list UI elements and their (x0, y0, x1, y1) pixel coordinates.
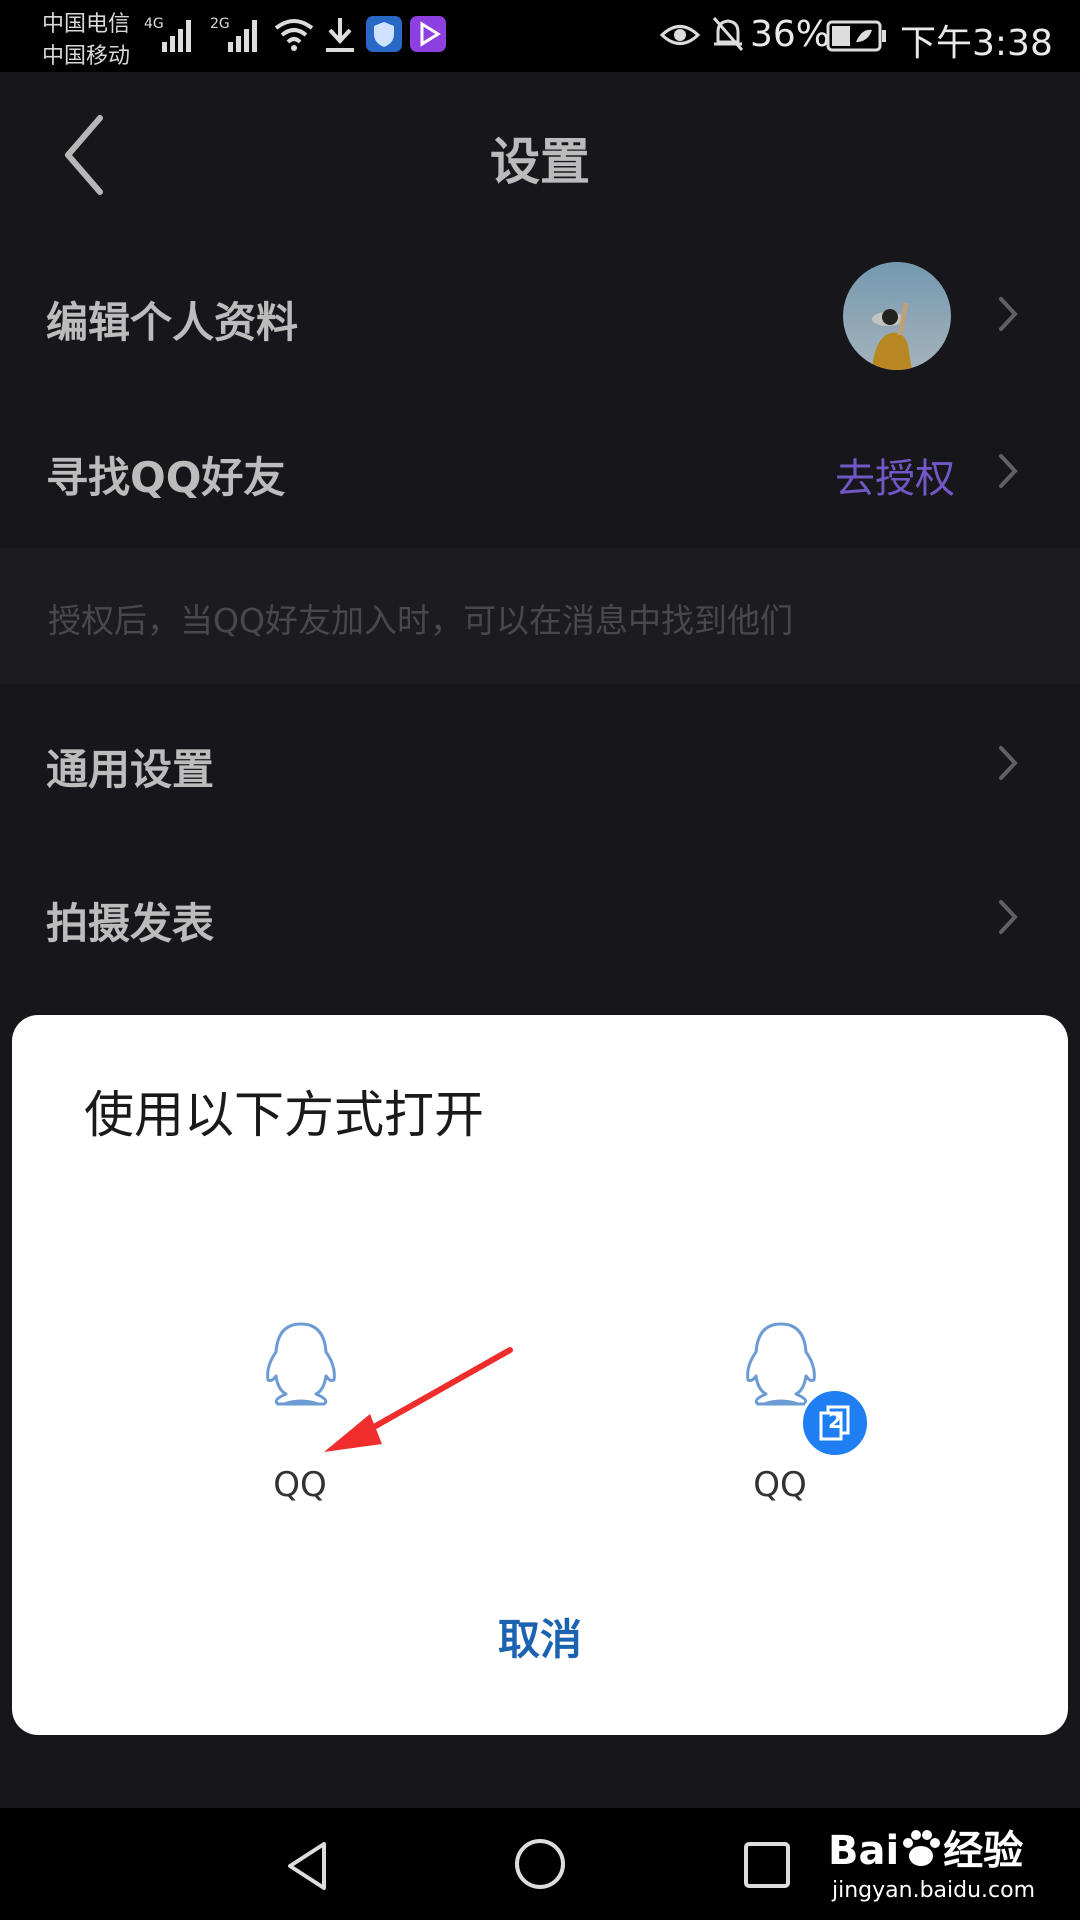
baidu-jingyan-watermark: Bai 经验 jingyan.baidu.com (828, 1818, 1068, 1913)
qq-option-label: QQ (273, 1465, 327, 1505)
qq-penguin-icon (746, 1322, 816, 1406)
signal-icon (162, 20, 191, 52)
status-bar: 中国电信 中国移动 4G 2G 36% 下午3:38 (0, 0, 1080, 72)
video-app-icon (410, 16, 446, 52)
shield-app-icon (366, 16, 402, 52)
download-icon (326, 18, 354, 52)
battery-icon (826, 20, 886, 52)
watermark-url: jingyan.baidu.com (832, 1878, 1036, 1903)
battery-percent: 36% (750, 14, 831, 55)
open-with-dialog: 使用以下方式打开 QQ 2 QQ 取消 (12, 1015, 1068, 1735)
nav-home-icon[interactable] (512, 1836, 568, 1892)
watermark-brand-bai: Bai (828, 1828, 900, 1874)
nav-recents-icon[interactable] (742, 1840, 792, 1890)
clone-badge-number: 2 (828, 1409, 842, 1433)
eye-icon (660, 25, 700, 45)
bell-muted-icon (712, 17, 744, 51)
carrier-1-label: 中国电信 (42, 12, 131, 37)
carrier-2-label: 中国移动 (42, 44, 131, 69)
clock: 下午3:38 (900, 23, 1053, 64)
annotation-arrow-icon (324, 1347, 513, 1452)
watermark-brand-jingyan: 经验 (943, 1828, 1024, 1874)
dialog-title: 使用以下方式打开 (84, 1086, 484, 1144)
paw-icon (899, 1828, 943, 1874)
cancel-button[interactable]: 取消 (390, 1600, 690, 1680)
nav-back-icon[interactable] (282, 1838, 332, 1894)
open-with-qq-clone-option[interactable]: 2 QQ (670, 1300, 890, 1540)
qq-clone-option-label: QQ (753, 1465, 807, 1505)
watermark-brand: Bai 经验 (828, 1818, 1023, 1876)
wifi-icon (274, 19, 314, 51)
clone-badge: 2 (800, 1388, 870, 1458)
signal-icon (228, 20, 257, 52)
